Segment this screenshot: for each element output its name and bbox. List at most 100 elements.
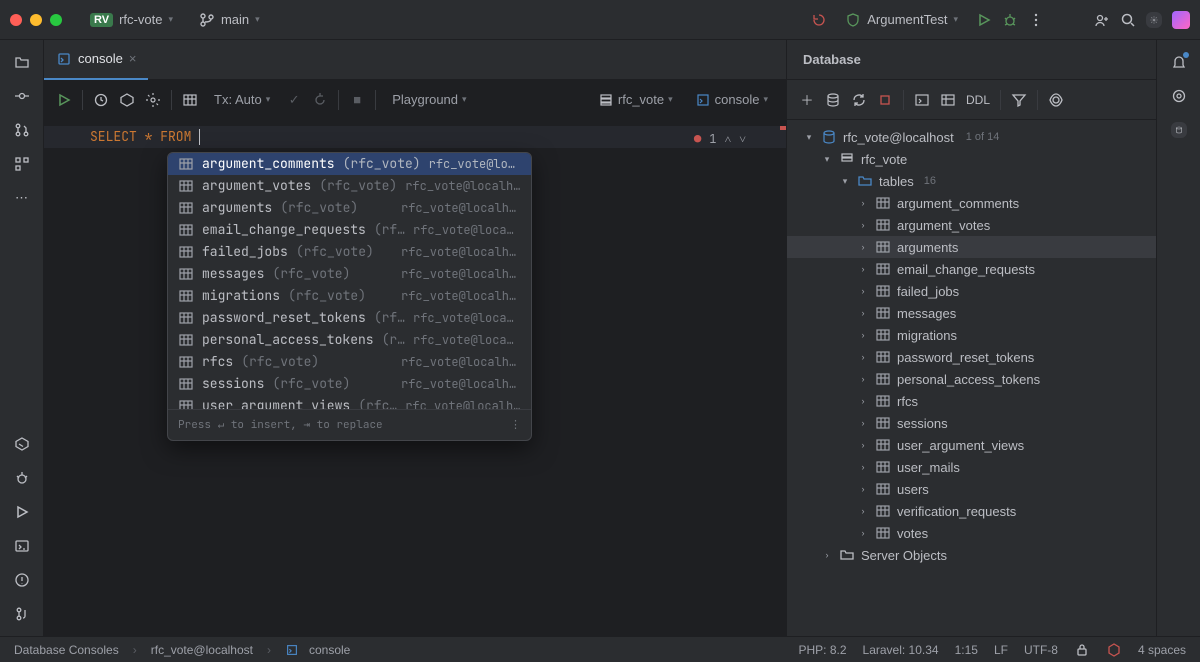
- tree-table[interactable]: ›votes: [787, 522, 1156, 544]
- terminal-tool-icon[interactable]: [14, 538, 30, 554]
- stop-icon[interactable]: ■: [349, 92, 365, 108]
- maximize-window-icon[interactable]: [50, 14, 62, 26]
- close-window-icon[interactable]: [10, 14, 22, 26]
- notifications-icon[interactable]: [1171, 54, 1187, 70]
- more-tools-icon[interactable]: ⋯: [14, 190, 30, 206]
- filter-icon[interactable]: [1011, 92, 1027, 108]
- breadcrumb-3[interactable]: console: [309, 643, 350, 657]
- duplicate-icon[interactable]: [825, 92, 841, 108]
- completion-item[interactable]: argument_votes (rfc_vote)rfc_vote@localh…: [168, 175, 531, 197]
- status-linecol[interactable]: 1:15: [955, 643, 978, 657]
- run-icon[interactable]: [976, 12, 992, 28]
- status-php[interactable]: PHP: 8.2: [799, 643, 847, 657]
- status-indent[interactable]: 4 spaces: [1138, 643, 1186, 657]
- tree-table[interactable]: ›rfcs: [787, 390, 1156, 412]
- settings-icon[interactable]: [1146, 12, 1162, 28]
- structure-tool-icon[interactable]: [14, 156, 30, 172]
- problem-indicator[interactable]: ● 1 ˄ ˅: [694, 128, 746, 150]
- show-options-icon[interactable]: [1048, 92, 1064, 108]
- minimize-window-icon[interactable]: [30, 14, 42, 26]
- completion-item[interactable]: sessions (rfc_vote)rfc_vote@localhost: [168, 373, 531, 395]
- database-tree[interactable]: ▾ rfc_vote@localhost 1 of 14 ▾ rfc_vote …: [787, 120, 1156, 636]
- tree-table[interactable]: ›argument_comments: [787, 192, 1156, 214]
- database-tool-icon[interactable]: [1171, 122, 1187, 138]
- schema-selector[interactable]: rfc_vote ▾: [592, 88, 679, 112]
- build-icon[interactable]: [811, 12, 827, 28]
- explain-icon[interactable]: [119, 92, 135, 108]
- tab-console[interactable]: console ×: [44, 40, 148, 80]
- project-tool-icon[interactable]: [14, 54, 30, 70]
- tree-table[interactable]: ›user_argument_views: [787, 434, 1156, 456]
- tree-table[interactable]: ›messages: [787, 302, 1156, 324]
- tree-table[interactable]: ›verification_requests: [787, 500, 1156, 522]
- rollback-tx-icon[interactable]: [312, 92, 328, 108]
- history-icon[interactable]: [93, 92, 109, 108]
- tree-table[interactable]: ›password_reset_tokens: [787, 346, 1156, 368]
- breadcrumb-1[interactable]: Database Consoles: [14, 643, 119, 657]
- completion-item[interactable]: messages (rfc_vote)rfc_vote@localhost: [168, 263, 531, 285]
- services-tool-icon[interactable]: [14, 436, 30, 452]
- completion-item[interactable]: argument_comments (rfc_vote)rfc_vote@loc…: [168, 153, 531, 175]
- run-config-selector[interactable]: ArgumentTest ▾: [837, 8, 966, 32]
- run-tool-icon[interactable]: [14, 504, 30, 520]
- sql-editor[interactable]: 1 SELECT * FROM ● 1 ˄ ˅ argument_comment…: [44, 120, 786, 636]
- completion-item[interactable]: password_reset_tokens (rf…rfc_vote@local…: [168, 307, 531, 329]
- playground-selector[interactable]: Playground ▾: [386, 88, 472, 111]
- add-datasource-icon[interactable]: ＋: [799, 92, 815, 108]
- breadcrumb-2[interactable]: rfc_vote@localhost: [151, 643, 253, 657]
- problems-tool-icon[interactable]: [14, 572, 30, 588]
- execute-icon[interactable]: [56, 92, 72, 108]
- code-with-me-icon[interactable]: [1094, 12, 1110, 28]
- debug-icon[interactable]: [1002, 12, 1018, 28]
- tab-more-icon[interactable]: [758, 52, 786, 68]
- tree-table[interactable]: ›arguments: [787, 236, 1156, 258]
- status-encoding[interactable]: UTF-8: [1024, 643, 1058, 657]
- tree-table[interactable]: ›user_mails: [787, 456, 1156, 478]
- completion-item[interactable]: migrations (rfc_vote)rfc_vote@localhost: [168, 285, 531, 307]
- tree-table[interactable]: ›personal_access_tokens: [787, 368, 1156, 390]
- commit-tool-icon[interactable]: [14, 88, 30, 104]
- vcs-tool-icon[interactable]: [14, 606, 30, 622]
- tx-mode-selector[interactable]: Tx: Auto ▾: [208, 88, 276, 111]
- close-icon[interactable]: ×: [129, 51, 137, 66]
- tree-table[interactable]: ›email_change_requests: [787, 258, 1156, 280]
- completion-item[interactable]: failed_jobs (rfc_vote)rfc_vote@localhost: [168, 241, 531, 263]
- more-icon[interactable]: ⋮: [510, 414, 521, 436]
- search-icon[interactable]: [1120, 12, 1136, 28]
- project-selector[interactable]: RV rfc-vote ▾: [82, 8, 181, 31]
- tree-schema[interactable]: ▾ rfc_vote: [787, 148, 1156, 170]
- settings-gear-icon[interactable]: [145, 92, 161, 108]
- debug-tool-icon[interactable]: [14, 470, 30, 486]
- tree-table[interactable]: ›migrations: [787, 324, 1156, 346]
- ddl-button[interactable]: DDL: [966, 93, 990, 107]
- completion-item[interactable]: email_change_requests (rf…rfc_vote@local…: [168, 219, 531, 241]
- jump-to-console-icon[interactable]: [914, 92, 930, 108]
- tree-table[interactable]: ›argument_votes: [787, 214, 1156, 236]
- readonly-icon[interactable]: [1074, 642, 1090, 658]
- tree-table[interactable]: ›users: [787, 478, 1156, 500]
- ai-side-icon[interactable]: [1171, 88, 1187, 104]
- commit-tx-icon[interactable]: ✓: [286, 92, 302, 108]
- refresh-icon[interactable]: [851, 92, 867, 108]
- view-grid-icon[interactable]: [182, 92, 198, 108]
- vcs-branch-selector[interactable]: main ▾: [191, 8, 268, 32]
- completion-item[interactable]: rfcs (rfc_vote)rfc_vote@localhost: [168, 351, 531, 373]
- status-lf[interactable]: LF: [994, 643, 1008, 657]
- status-laravel[interactable]: Laravel: 10.34: [863, 643, 939, 657]
- tree-table[interactable]: ›failed_jobs: [787, 280, 1156, 302]
- ai-assistant-icon[interactable]: [1172, 11, 1190, 29]
- next-error-icon[interactable]: ˅: [739, 128, 746, 150]
- pull-requests-icon[interactable]: [14, 122, 30, 138]
- stop-sync-icon[interactable]: [877, 92, 893, 108]
- completion-item[interactable]: arguments (rfc_vote)rfc_vote@localhost: [168, 197, 531, 219]
- more-icon[interactable]: [1028, 12, 1044, 28]
- tree-server-objects[interactable]: › Server Objects: [787, 544, 1156, 566]
- laravel-tinker-icon[interactable]: [1106, 642, 1122, 658]
- tree-datasource[interactable]: ▾ rfc_vote@localhost 1 of 14: [787, 126, 1156, 148]
- prev-error-icon[interactable]: ˄: [724, 128, 731, 150]
- tree-tables-folder[interactable]: ▾ tables 16: [787, 170, 1156, 192]
- error-stripe[interactable]: [780, 126, 786, 130]
- console-selector[interactable]: console ▾: [689, 88, 774, 112]
- completion-item[interactable]: user_argument_views (rfc…rfc_vote@localh…: [168, 395, 531, 409]
- completion-item[interactable]: personal_access_tokens (r…rfc_vote@local…: [168, 329, 531, 351]
